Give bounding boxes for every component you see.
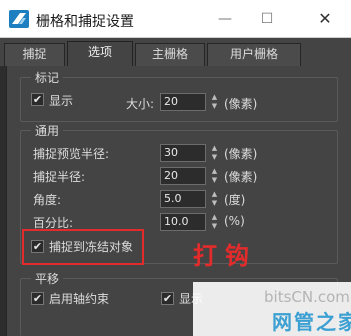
marks-size-input[interactable]: 20: [160, 93, 206, 111]
snap-radius-spinner[interactable]: ▲ ▼: [210, 167, 219, 185]
angle-spinner[interactable]: ▲ ▼: [210, 190, 219, 208]
window-title: 栅格和捕捉设置: [36, 14, 134, 30]
snap-preview-radius-label: 捕捉预览半径:: [33, 147, 110, 161]
watermark-site: bitsCN.com: [264, 288, 350, 306]
tab-bar: 捕捉 选项 主栅格 用户栅格: [0, 38, 351, 67]
spin-down-icon[interactable]: ▼: [210, 153, 219, 162]
spin-up-icon[interactable]: ▲: [210, 190, 219, 199]
snap-radius-label: 捕捉半径:: [33, 170, 86, 184]
snap-preview-radius-input[interactable]: 30: [160, 144, 206, 162]
marks-size-spinner[interactable]: ▲ ▼: [210, 93, 219, 111]
spin-down-icon[interactable]: ▼: [210, 199, 219, 208]
tab-user-grids[interactable]: 用户栅格: [207, 43, 301, 66]
spin-up-icon[interactable]: ▲: [210, 93, 219, 102]
angle-unit: (度): [224, 193, 246, 207]
snap-radius-unit: (像素): [224, 170, 258, 184]
snap-radius-input[interactable]: 20: [160, 167, 206, 185]
minimize-button[interactable]: —: [214, 8, 236, 30]
angle-input[interactable]: 5.0: [160, 190, 206, 208]
marks-group-title: 标记: [31, 69, 64, 86]
percent-unit: (%): [224, 214, 245, 228]
title-bar: 栅格和捕捉设置 — ☐ ✕: [0, 0, 351, 38]
marks-size-label: 大小:: [126, 97, 155, 111]
angle-label: 角度:: [33, 193, 62, 207]
tab-home-grid[interactable]: 主栅格: [135, 43, 205, 66]
snap-preview-radius-unit: (像素): [224, 147, 258, 161]
spin-down-icon[interactable]: ▼: [210, 176, 219, 185]
spin-up-icon[interactable]: ▲: [210, 213, 219, 222]
tab-snaps[interactable]: 捕捉: [4, 43, 65, 66]
app-icon: [9, 10, 29, 28]
snap-preview-radius-spinner[interactable]: ▲ ▼: [210, 144, 219, 162]
translation-show-checkbox[interactable]: ✔: [161, 292, 174, 305]
annotation-text: 打钩: [193, 241, 257, 270]
axis-constraint-label: 启用轴约束: [49, 292, 110, 306]
highlight-box: [22, 229, 144, 265]
marks-size-unit: (像素): [224, 97, 258, 111]
translation-group-title: 平移: [31, 270, 64, 287]
spin-up-icon[interactable]: ▲: [210, 167, 219, 176]
marks-show-checkbox[interactable]: ✔: [31, 93, 44, 106]
maximize-button[interactable]: ☐: [256, 8, 278, 30]
spin-up-icon[interactable]: ▲: [210, 144, 219, 153]
spin-down-icon[interactable]: ▼: [210, 222, 219, 231]
axis-constraint-checkbox[interactable]: ✔: [31, 292, 44, 305]
marks-show-label: 显示: [49, 94, 74, 108]
percent-input[interactable]: 10.0: [160, 213, 206, 231]
close-button[interactable]: ✕: [314, 8, 336, 30]
percent-spinner[interactable]: ▲ ▼: [210, 213, 219, 231]
spin-down-icon[interactable]: ▼: [210, 102, 219, 111]
watermark-logo: 网管之家: [272, 310, 351, 334]
general-group-title: 通用: [31, 122, 64, 139]
tab-options[interactable]: 选项: [67, 41, 133, 67]
